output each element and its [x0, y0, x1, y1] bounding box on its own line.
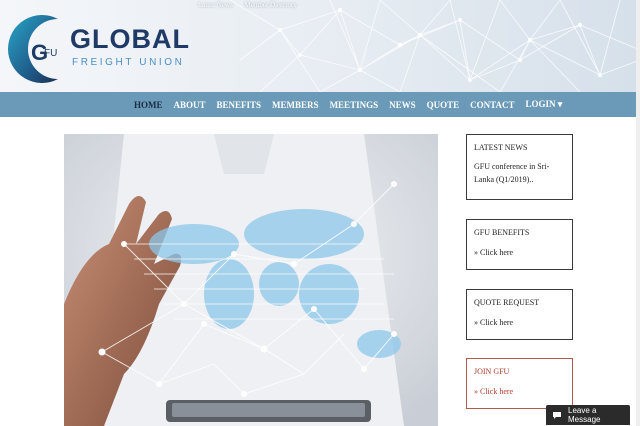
gfu-benefits-title: GFU BENEFITS	[474, 228, 530, 237]
top-links: Latest News Member Directory	[198, 1, 307, 9]
nav-item-benefits[interactable]: BENEFITS	[217, 100, 262, 110]
latest-news-box: LATEST NEWS GFU conference in Sri-Lanka …	[466, 134, 573, 200]
nav-item-meetings[interactable]: MEETINGS	[330, 100, 379, 110]
leave-message-label: Leave a Message	[568, 406, 601, 424]
top-link-member-directory[interactable]: Member Directory	[245, 1, 297, 9]
nav-item-contact[interactable]: CONTACT	[470, 100, 514, 110]
top-link-latest-news[interactable]: Latest News	[198, 1, 233, 9]
nav-item-quote[interactable]: QUOTE	[427, 100, 460, 110]
main-nav: HOME ABOUT BENEFITS MEMBERS MEETINGS NEW…	[134, 92, 573, 117]
quote-request-title: QUOTE REQUEST	[474, 298, 540, 307]
svg-text:FU: FU	[44, 48, 57, 59]
quote-request-box: QUOTE REQUEST » Click here	[466, 289, 573, 340]
nav-item-news[interactable]: NEWS	[389, 100, 416, 110]
latest-news-text[interactable]: GFU conference in Sri-Lanka (Q1/2019)..	[474, 160, 568, 186]
nav-item-home[interactable]: HOME	[134, 100, 163, 110]
join-gfu-box: JOIN GFU » Click here	[466, 358, 573, 409]
main-navigation-bar: HOME ABOUT BENEFITS MEMBERS MEETINGS NEW…	[0, 92, 640, 117]
site-header: Latest News Member Directory G FU GLOBAL…	[0, 0, 640, 92]
latest-news-title: LATEST NEWS	[474, 143, 528, 152]
nav-item-login[interactable]: LOGIN ▾	[525, 99, 562, 110]
hero-image	[64, 134, 438, 426]
logo-subtitle: FREIGHT UNION	[72, 57, 185, 68]
gfu-benefits-box: GFU BENEFITS » Click here	[466, 219, 573, 270]
join-gfu-link[interactable]: » Click here	[474, 385, 568, 398]
chat-bubble-icon	[552, 411, 562, 420]
leave-message-button[interactable]: Leave a Message	[546, 405, 630, 425]
nav-item-about[interactable]: ABOUT	[174, 100, 206, 110]
join-gfu-title: JOIN GFU	[474, 367, 510, 376]
gfu-benefits-link[interactable]: » Click here	[474, 246, 568, 259]
nav-item-members[interactable]: MEMBERS	[272, 100, 319, 110]
logo-title[interactable]: GLOBAL	[70, 26, 190, 53]
gfu-logo-icon[interactable]: G FU	[2, 7, 68, 91]
quote-request-link[interactable]: » Click here	[474, 316, 568, 329]
page-scrollbar[interactable]	[636, 0, 640, 426]
